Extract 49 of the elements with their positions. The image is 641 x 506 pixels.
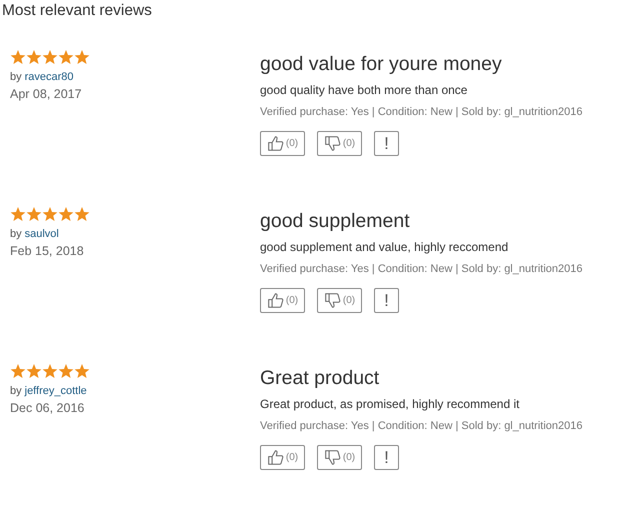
- star-icon: [10, 364, 26, 379]
- star-icon: [26, 207, 42, 222]
- unhelpful-button[interactable]: (0): [317, 288, 362, 313]
- helpful-button[interactable]: (0): [260, 288, 305, 313]
- review-text: Great product, as promised, highly recommend it: [260, 397, 520, 411]
- author-link[interactable]: saulvol: [24, 228, 59, 240]
- report-button[interactable]: !: [374, 288, 399, 313]
- star-icon: [26, 364, 42, 379]
- review-date: Dec 06, 2016: [10, 401, 86, 415]
- star-icon: [10, 207, 26, 222]
- thumbs-down-icon: [324, 292, 341, 309]
- unhelpful-button[interactable]: (0): [317, 131, 362, 156]
- review-title: Great product: [260, 366, 380, 391]
- star-icon: [74, 50, 90, 65]
- by-label: by: [10, 228, 22, 240]
- helpful-button[interactable]: (0): [260, 131, 305, 156]
- review-date: Apr 08, 2017: [10, 87, 83, 101]
- star-icon: [58, 364, 74, 379]
- thumbs-up-icon: [266, 292, 284, 309]
- thumbs-up-icon: [266, 449, 284, 466]
- review-date: Feb 15, 2018: [10, 244, 85, 258]
- helpful-button[interactable]: (0): [260, 445, 305, 470]
- star-icon: [74, 364, 90, 379]
- star-icon: [74, 207, 90, 222]
- review-title: good supplement: [260, 209, 411, 234]
- star-icon: [42, 207, 58, 222]
- star-icon: [58, 50, 74, 65]
- star-icon: [42, 364, 58, 379]
- star-icon: [26, 50, 42, 65]
- report-button[interactable]: !: [374, 445, 399, 470]
- thumbs-down-icon: [324, 135, 341, 152]
- thumbs-up-icon: [266, 135, 284, 152]
- star-icon: [58, 207, 74, 222]
- review-title: good value for youre money: [260, 52, 503, 77]
- purchase-details: Verified purchase: Yes | Condition: New | Sold by: gl_nutrition2016: [260, 263, 582, 275]
- unhelpful-button[interactable]: (0): [317, 445, 362, 470]
- purchase-details: Verified purchase: Yes | Condition: New | Sold by: gl_nutrition2016: [260, 106, 582, 118]
- section-heading: Most relevant reviews: [2, 1, 153, 21]
- by-label: by: [10, 71, 22, 83]
- star-icon: [42, 50, 58, 65]
- author-link[interactable]: ravecar80: [24, 71, 74, 83]
- purchase-details: Verified purchase: Yes | Condition: New | Sold by: gl_nutrition2016: [260, 420, 582, 432]
- review-text: good supplement and value, highly reccomend: [260, 240, 510, 254]
- by-label: by: [10, 385, 22, 397]
- review-text: good quality have both more than once: [260, 83, 468, 97]
- author-link[interactable]: jeffrey_cottle: [24, 385, 87, 397]
- report-button[interactable]: !: [374, 131, 399, 156]
- thumbs-down-icon: [324, 449, 341, 466]
- star-icon: [10, 50, 26, 65]
